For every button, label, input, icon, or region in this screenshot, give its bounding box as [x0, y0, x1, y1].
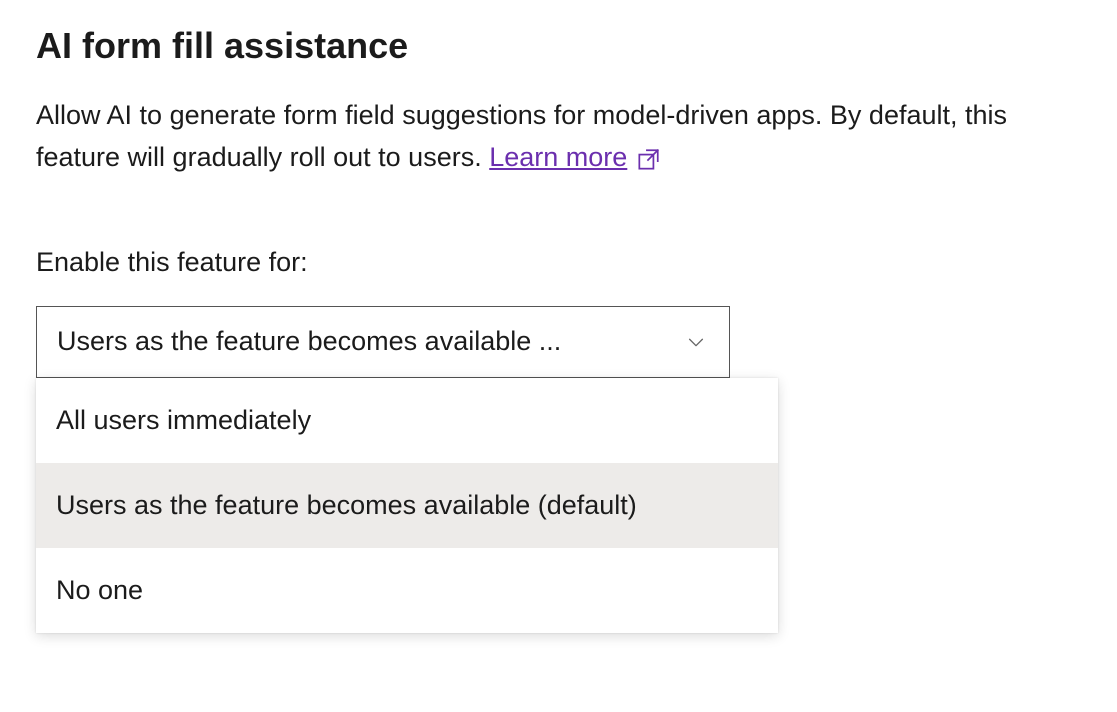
- section-description: Allow AI to generate form field suggesti…: [36, 95, 1081, 179]
- option-label: All users immediately: [56, 405, 311, 436]
- option-users-as-available[interactable]: Users as the feature becomes available (…: [36, 463, 778, 548]
- chevron-down-icon: [685, 331, 707, 353]
- section-title: AI form fill assistance: [36, 24, 1081, 67]
- option-label: No one: [56, 575, 143, 606]
- learn-more-label: Learn more: [489, 137, 627, 179]
- enable-feature-dropdown: All users immediately Users as the featu…: [36, 378, 778, 633]
- learn-more-link[interactable]: Learn more: [489, 137, 661, 179]
- external-link-icon: [635, 147, 661, 173]
- selected-value: Users as the feature becomes available .…: [57, 326, 561, 357]
- enable-feature-label: Enable this feature for:: [36, 247, 1081, 278]
- option-no-one[interactable]: No one: [36, 548, 778, 633]
- option-label: Users as the feature becomes available (…: [56, 490, 637, 521]
- enable-feature-select-wrap: Users as the feature becomes available .…: [36, 306, 730, 378]
- option-all-users[interactable]: All users immediately: [36, 378, 778, 463]
- enable-feature-select[interactable]: Users as the feature becomes available .…: [36, 306, 730, 378]
